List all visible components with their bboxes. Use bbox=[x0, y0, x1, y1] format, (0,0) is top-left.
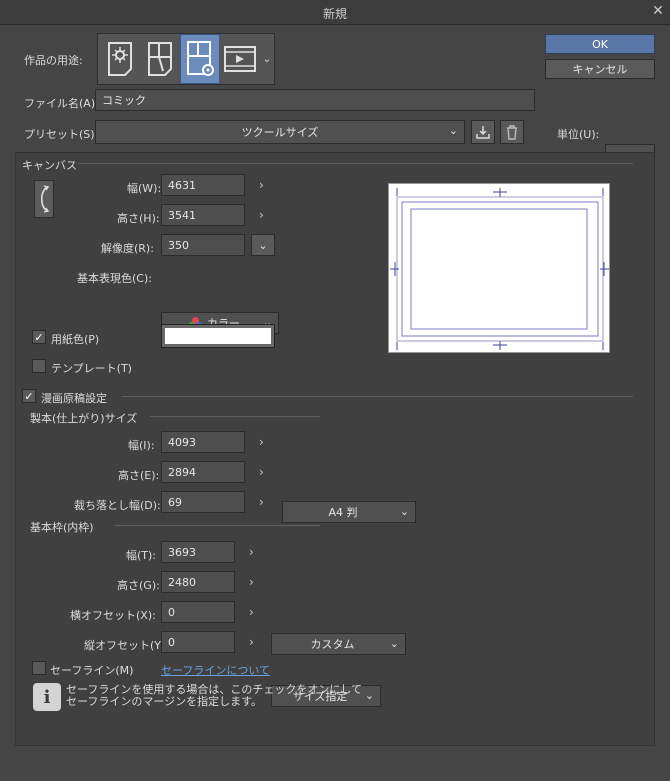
y-offset-label: 縦オフセット(Y): bbox=[84, 639, 170, 652]
frame-height-label: 高さ(G): bbox=[117, 579, 160, 592]
bind-size-select[interactable]: A4 判 ⌄ bbox=[282, 501, 416, 523]
bind-width-input[interactable]: 4093 bbox=[161, 431, 245, 453]
resolution-dropdown[interactable]: ⌄ bbox=[251, 234, 275, 256]
color-mode-label: 基本表現色(C): bbox=[77, 272, 152, 285]
paper-color-label: 用紙色(P) bbox=[51, 333, 100, 346]
frame-width-mode-select[interactable]: カスタム ⌄ bbox=[271, 633, 406, 655]
template-label: テンプレート(T) bbox=[51, 362, 132, 375]
save-preset-icon bbox=[476, 126, 490, 139]
info-text-line2: セーフラインのマージンを指定します。 bbox=[66, 695, 263, 708]
frame-width-mode-value: カスタム bbox=[310, 638, 355, 651]
chevron-right-icon[interactable]: › bbox=[259, 435, 264, 449]
canvas-divider bbox=[78, 163, 633, 164]
bind-height-input[interactable]: 2894 bbox=[161, 461, 245, 483]
cancel-button[interactable]: キャンセル bbox=[545, 59, 655, 79]
bleed-label: 裁ち落とし幅(D): bbox=[74, 499, 161, 512]
manga-settings-checkbox[interactable]: ✓ bbox=[22, 389, 36, 403]
x-offset-label: 横オフセット(X): bbox=[70, 609, 156, 622]
canvas-height-input[interactable]: 3541 bbox=[161, 204, 245, 226]
chevron-right-icon[interactable]: › bbox=[249, 575, 254, 589]
frame-divider bbox=[115, 525, 320, 526]
window-title: 新規 bbox=[322, 7, 347, 21]
paper-color-fill bbox=[165, 328, 271, 344]
register-preset-button[interactable] bbox=[471, 120, 495, 144]
unit-label: 単位(U): bbox=[557, 128, 600, 141]
x-offset-input[interactable]: 0 bbox=[161, 601, 235, 623]
animation-icon[interactable] bbox=[220, 37, 260, 81]
chevron-right-icon[interactable]: › bbox=[259, 495, 264, 509]
close-icon[interactable]: ✕ bbox=[650, 3, 666, 19]
comic-settings-icon[interactable] bbox=[180, 34, 220, 84]
resolution-label: 解像度(R): bbox=[101, 242, 154, 255]
comic-icon[interactable] bbox=[140, 37, 180, 81]
paper-color-checkbox[interactable]: ✓ bbox=[32, 330, 46, 344]
chevron-down-icon: ⌄ bbox=[389, 637, 399, 650]
chevron-right-icon[interactable]: › bbox=[259, 208, 264, 222]
frame-height-input[interactable]: 2480 bbox=[161, 571, 235, 593]
manga-divider bbox=[122, 396, 633, 397]
template-checkbox[interactable] bbox=[32, 359, 46, 373]
bind-divider bbox=[150, 416, 320, 417]
preset-value: ツクールサイズ bbox=[241, 126, 319, 139]
usage-selector: ⌄ bbox=[97, 33, 275, 85]
y-offset-input[interactable]: 0 bbox=[161, 631, 235, 653]
safe-line-checkbox[interactable] bbox=[32, 661, 46, 675]
paper-color-swatch[interactable] bbox=[161, 324, 275, 348]
canvas-section-title: キャンバス bbox=[22, 159, 77, 172]
preview-frame bbox=[390, 188, 609, 350]
manga-section-title: 漫画原稿設定 bbox=[41, 392, 107, 405]
safe-line-label: セーフライン(M) bbox=[50, 664, 134, 677]
trash-icon bbox=[507, 125, 517, 140]
frame-section-title: 基本枠(内枠) bbox=[30, 521, 94, 534]
chevron-right-icon[interactable]: › bbox=[259, 465, 264, 479]
preset-select[interactable]: ツクールサイズ ⌄ bbox=[95, 120, 465, 144]
rotate-icon bbox=[40, 185, 50, 213]
preset-label: プリセット(S): bbox=[24, 128, 99, 141]
chevron-down-icon: ⌄ bbox=[448, 124, 458, 137]
chevron-right-icon[interactable]: › bbox=[249, 605, 254, 619]
chevron-down-icon: ⌄ bbox=[399, 505, 409, 518]
usage-label: 作品の用途: bbox=[24, 54, 83, 67]
delete-preset-button[interactable] bbox=[500, 120, 524, 144]
canvas-width-label: 幅(W): bbox=[127, 182, 162, 195]
ok-button[interactable]: OK bbox=[545, 34, 655, 54]
filename-label: ファイル名(A): bbox=[24, 97, 99, 110]
chevron-right-icon[interactable]: › bbox=[249, 635, 254, 649]
frame-width-label: 幅(T): bbox=[126, 549, 157, 562]
filename-input[interactable]: コミック bbox=[95, 89, 535, 111]
chevron-down-icon: ⌄ bbox=[258, 238, 268, 252]
bind-size-value: A4 判 bbox=[328, 506, 358, 519]
bleed-input[interactable]: 69 bbox=[161, 491, 245, 513]
bind-width-label: 幅(I): bbox=[128, 439, 155, 452]
info-icon: i bbox=[33, 683, 61, 711]
chevron-down-icon: ⌄ bbox=[364, 689, 374, 702]
bind-section-title: 製本(仕上がり)サイズ bbox=[30, 412, 138, 425]
canvas-preview bbox=[388, 183, 610, 353]
chevron-down-icon[interactable]: ⌄ bbox=[260, 54, 274, 65]
canvas-height-label: 高さ(H): bbox=[117, 212, 160, 225]
illustration-icon[interactable] bbox=[100, 37, 140, 81]
chevron-right-icon[interactable]: › bbox=[249, 545, 254, 559]
canvas-width-input[interactable]: 4631 bbox=[161, 174, 245, 196]
bind-height-label: 高さ(E): bbox=[118, 469, 160, 482]
safe-line-help-link[interactable]: セーフラインについて bbox=[161, 662, 270, 678]
resolution-input[interactable]: 350 bbox=[161, 234, 245, 256]
rotate-canvas-button[interactable] bbox=[34, 180, 54, 218]
chevron-right-icon[interactable]: › bbox=[259, 178, 264, 192]
frame-width-input[interactable]: 3693 bbox=[161, 541, 235, 563]
